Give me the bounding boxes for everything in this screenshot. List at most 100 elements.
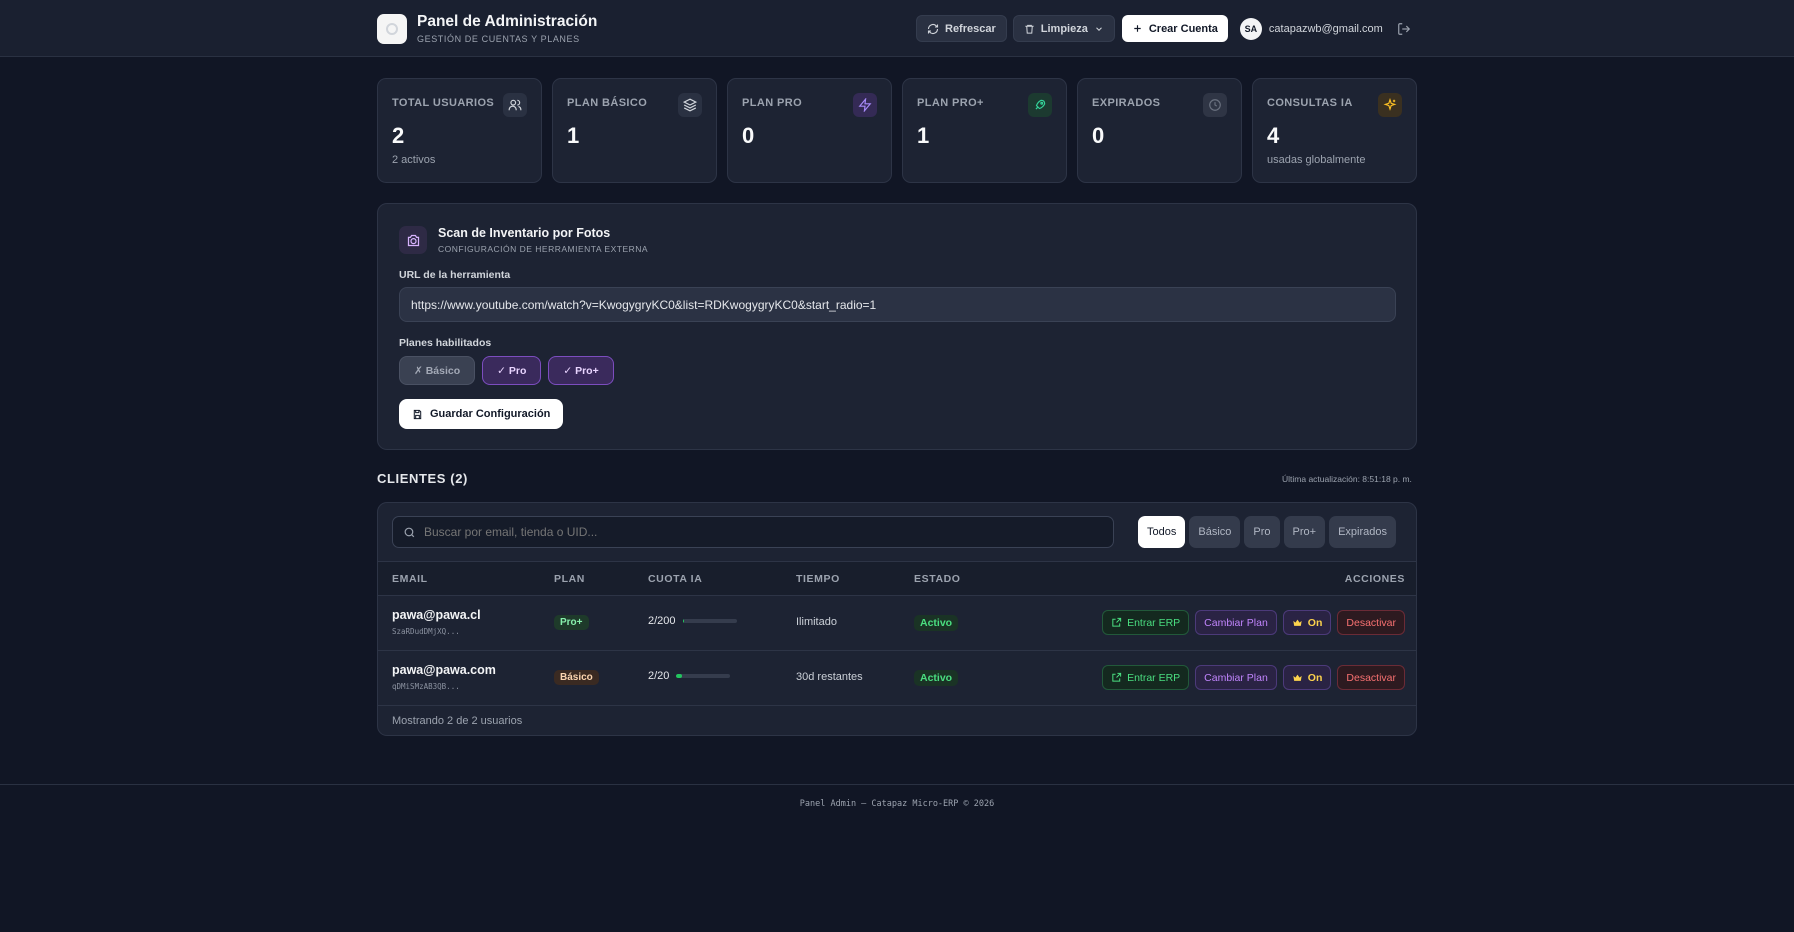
filter-all[interactable]: Todos [1138,516,1186,548]
sparkles-icon [1378,93,1402,117]
enter-erp-label: Entrar ERP [1127,671,1181,684]
user-email: catapazwb@gmail.com [1268,22,1383,35]
filter-pro-plus[interactable]: Pro+ [1283,516,1326,548]
quota-bar-fill [682,619,685,623]
quota-bar [676,674,731,678]
stat-card-plan-pro-plus: PLAN PRO+ 1 [902,78,1067,183]
plan-badge: Básico [554,670,599,685]
save-config-label: Guardar Configuración [430,408,551,420]
client-uid: SzaRDudDMjXQ... [392,627,460,636]
toggle-on-button[interactable]: On [1282,610,1332,635]
create-account-label: Crear Cuenta [1148,22,1218,35]
filter-basic[interactable]: Básico [1189,516,1241,548]
camera-icon [399,226,427,254]
cleanup-dropdown-button[interactable]: Limpieza [1012,15,1115,42]
change-plan-button[interactable]: Cambiar Plan [1195,665,1277,690]
clock-icon [1203,93,1227,117]
client-uid: qDMiSMzAB3QB... [392,682,460,691]
time-remaining: Ilimitado [796,616,837,628]
scan-title: Scan de Inventario por Fotos [438,226,611,240]
search-icon [404,527,415,537]
stat-value: 4 [1267,123,1280,148]
stats-row: TOTAL USUARIOS 2 2 activos PLAN BÁSICO 1… [377,78,1417,183]
client-email: pawa@pawa.com [392,663,496,677]
column-header-time[interactable]: TIEMPO [796,573,840,585]
table-row: pawa@pawa.com qDMiSMzAB3QB... Básico 2/2… [378,651,1416,706]
crown-icon [1293,619,1302,626]
brand: Panel de Administración GESTIÓN DE CUENT… [377,13,597,44]
url-input[interactable] [399,287,1396,322]
url-label: URL de la herramienta [399,269,511,281]
refresh-button[interactable]: Refrescar [916,15,1007,42]
stat-card-plan-pro: PLAN PRO 0 [727,78,892,183]
logout-icon[interactable] [1397,22,1411,36]
status-badge: Activo [914,670,959,686]
enter-erp-button[interactable]: Entrar ERP [1102,610,1190,635]
plan-toggle-group: ✗ Básico ✓ Pro ✓ Pro+ [399,356,614,385]
users-icon [503,93,527,117]
quota-cell: 2/20 [648,670,731,682]
create-account-button[interactable]: Crear Cuenta [1121,15,1228,42]
stat-value: 0 [1092,123,1105,148]
save-config-button[interactable]: Guardar Configuración [399,399,564,429]
column-header-email[interactable]: EMAIL [392,573,428,585]
layers-icon [678,93,702,117]
quota-text: 2/20 [648,670,670,682]
toggle-label: On [1307,671,1323,684]
scan-config-card: Scan de Inventario por Fotos CONFIGURACI… [377,203,1417,450]
clients-table-card: Todos Básico Pro Pro+ Expirados EMAIL PL… [377,502,1417,736]
plan-toggle-pro-plus[interactable]: ✓ Pro+ [548,356,614,385]
stat-sub: 2 activos [392,154,436,166]
enter-erp-button[interactable]: Entrar ERP [1102,665,1190,690]
top-bar: Panel de Administración GESTIÓN DE CUENT… [0,0,1794,57]
stat-value: 1 [567,123,580,148]
stat-card-plan-basic: PLAN BÁSICO 1 [552,78,717,183]
time-remaining: 30d restantes [796,671,863,683]
filter-pro[interactable]: Pro [1244,516,1280,548]
quota-bar [682,619,737,623]
column-header-actions: ACCIONES [1344,573,1405,585]
last-update: Última actualización: 8:51:18 p. m. [1282,474,1412,484]
page-title: Panel de Administración [417,13,598,30]
zap-icon [853,93,877,117]
column-header-status[interactable]: ESTADO [914,573,961,585]
crown-icon [1293,674,1302,681]
deactivate-button[interactable]: Desactivar [1337,610,1405,635]
column-header-plan[interactable]: PLAN [554,573,585,585]
client-email: pawa@pawa.cl [392,608,481,622]
refresh-label: Refrescar [945,22,996,35]
avatar[interactable]: SA [1239,17,1262,40]
status-badge: Activo [914,615,959,631]
filter-expired[interactable]: Expirados [1329,516,1396,548]
toggle-on-button[interactable]: On [1282,665,1332,690]
plans-label: Planes habilitados [399,337,492,349]
stat-sub: usadas globalmente [1267,154,1366,166]
search-input[interactable] [423,525,1103,539]
scan-subtitle: CONFIGURACIÓN DE HERRAMIENTA EXTERNA [438,244,649,254]
search-box[interactable] [392,516,1114,548]
stat-card-total-users: TOTAL USUARIOS 2 2 activos [377,78,542,183]
quota-cell: 2/200 [648,615,737,627]
stat-card-ai-queries: CONSULTAS IA 4 usadas globalmente [1252,78,1417,183]
table-footer-count: Mostrando 2 de 2 usuarios [392,715,523,727]
change-plan-button[interactable]: Cambiar Plan [1195,610,1277,635]
trash-icon [1025,24,1034,34]
toggle-label: On [1307,616,1323,629]
enter-erp-label: Entrar ERP [1127,616,1181,629]
page-footer: Panel Admin — Catapaz Micro-ERP © 2026 [799,799,995,809]
quota-bar-fill [676,674,682,678]
cleanup-label: Limpieza [1040,22,1088,35]
rocket-icon [1028,93,1052,117]
deactivate-button[interactable]: Desactivar [1337,665,1405,690]
external-link-icon [1112,617,1122,627]
footer-divider [0,784,1794,785]
plan-toggle-basic[interactable]: ✗ Básico [399,356,476,385]
refresh-icon [927,23,939,34]
page-subtitle: GESTIÓN DE CUENTAS Y PLANES [417,34,580,44]
chevron-down-icon [1095,26,1102,31]
app-logo-icon [377,13,407,44]
external-link-icon [1112,672,1122,682]
plan-toggle-pro[interactable]: ✓ Pro [482,356,542,385]
column-header-quota[interactable]: CUOTA IA [648,573,702,585]
stat-card-expired: EXPIRADOS 0 [1077,78,1242,183]
